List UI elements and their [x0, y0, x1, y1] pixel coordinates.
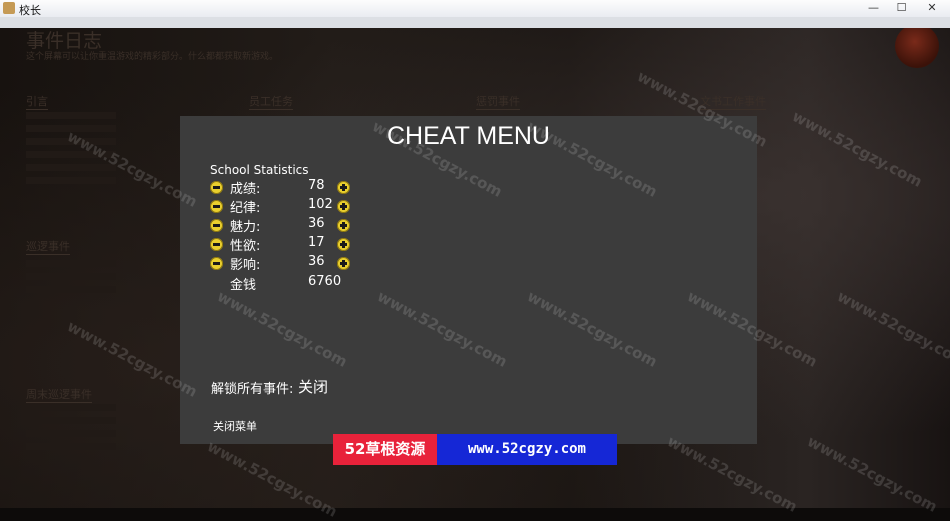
event-entry[interactable]	[26, 417, 116, 424]
event-entry[interactable]	[26, 151, 116, 158]
section-patrol-events[interactable]: 巡逻事件	[26, 238, 70, 255]
stat-row-charm: 魅力: 36	[210, 216, 370, 235]
event-entry[interactable]	[26, 164, 116, 171]
section-weekend-patrol-events[interactable]: 周末巡逻事件	[26, 386, 92, 403]
close-menu-button[interactable]: 关闭菜单	[213, 418, 257, 434]
event-entry[interactable]	[26, 286, 116, 293]
decrease-libido-button[interactable]	[210, 238, 223, 251]
stat-label: 魅力:	[230, 220, 261, 235]
event-entry[interactable]	[26, 273, 116, 280]
stat-label: 金钱	[230, 278, 257, 293]
stat-value: 36	[308, 254, 325, 269]
unlock-all-events-toggle[interactable]: 关闭	[298, 376, 328, 397]
minimize-button[interactable]: —	[860, 0, 887, 16]
stat-value: 78	[308, 178, 325, 193]
stat-value: 6760	[308, 274, 342, 289]
cheat-menu-title: CHEAT MENU	[387, 122, 550, 150]
app-icon	[3, 2, 15, 14]
event-entry[interactable]	[26, 430, 116, 437]
increase-charm-button[interactable]	[337, 219, 350, 232]
window-titlebar: 校长 — ☐ ✕	[0, 0, 950, 18]
event-log-subtitle: 这个屏幕可以让你重温游戏的精彩部分。什么都都获取新游戏。	[26, 52, 279, 62]
stat-label: 影响:	[230, 258, 261, 273]
school-statistics-heading: School Statistics	[210, 163, 309, 177]
stat-row-libido: 性欲: 17	[210, 235, 370, 254]
stat-label: 成绩:	[230, 182, 261, 197]
stat-value: 102	[308, 197, 333, 212]
watermark-banner-url: www.52cgzy.com	[437, 434, 617, 465]
column-intro[interactable]: 引言	[26, 93, 48, 110]
decrease-charm-button[interactable]	[210, 219, 223, 232]
maximize-button[interactable]: ☐	[888, 0, 915, 16]
event-entry[interactable]	[26, 138, 116, 145]
stat-row-grades: 成绩: 78	[210, 178, 370, 197]
increase-grades-button[interactable]	[337, 181, 350, 194]
close-window-button[interactable]: ✕	[916, 0, 948, 16]
browser-bookmark-strip	[0, 17, 950, 28]
event-entry[interactable]	[26, 125, 116, 132]
column-punishment-events[interactable]: 惩罚事件	[476, 93, 520, 110]
watermark-banner-logo: 52草根资源	[333, 434, 437, 465]
column-staff-tasks[interactable]: 员工任务	[249, 93, 293, 110]
decrease-discipline-button[interactable]	[210, 200, 223, 213]
stat-row-influence: 影响: 36	[210, 254, 370, 273]
decrease-influence-button[interactable]	[210, 257, 223, 270]
stat-row-money: 金钱 6760	[210, 274, 370, 293]
unlock-all-events-label: 解锁所有事件:	[211, 382, 294, 397]
event-entry[interactable]	[26, 404, 116, 411]
increase-libido-button[interactable]	[337, 238, 350, 251]
event-entry[interactable]	[26, 112, 116, 119]
decrease-grades-button[interactable]	[210, 181, 223, 194]
event-entry[interactable]	[26, 443, 116, 450]
avatar[interactable]	[895, 28, 939, 68]
stat-label: 纪律:	[230, 201, 261, 216]
stat-row-discipline: 纪律: 102	[210, 197, 370, 216]
cheat-menu-panel: CHEAT MENU School Statistics 成绩: 78 纪律: …	[180, 116, 757, 444]
increase-influence-button[interactable]	[337, 257, 350, 270]
event-entry[interactable]	[26, 260, 116, 267]
stat-value: 36	[308, 216, 325, 231]
event-entry[interactable]	[26, 177, 116, 184]
window-title: 校长	[19, 5, 41, 17]
column-paperwork-events[interactable]: 文书工作事件	[700, 93, 766, 110]
stat-value: 17	[308, 235, 325, 250]
stat-label: 性欲:	[230, 239, 261, 254]
increase-discipline-button[interactable]	[337, 200, 350, 213]
